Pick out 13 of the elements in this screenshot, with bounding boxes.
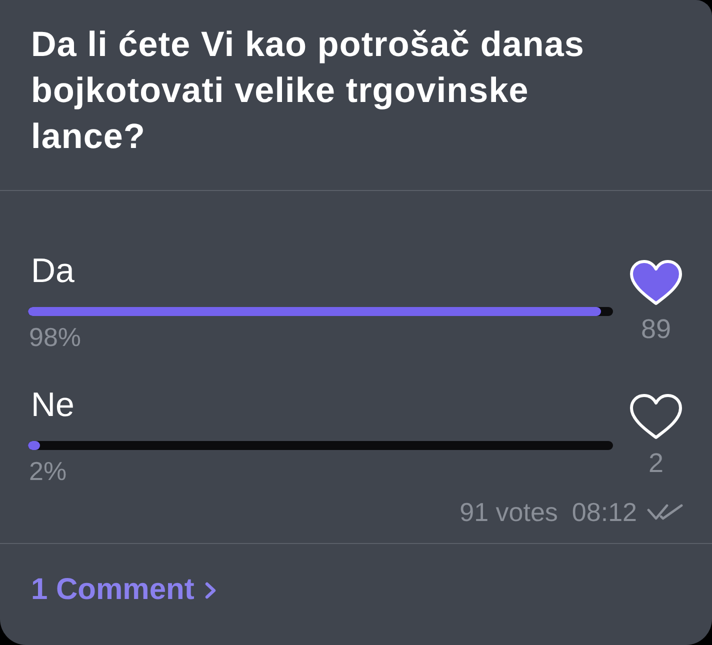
poll-question: Da li ćete Vi kao potrošač danas bojkotovati velike trgovinske lance? <box>31 24 586 158</box>
votes-total: 91 votes <box>460 497 558 527</box>
heart-outline-icon[interactable] <box>630 394 682 440</box>
option-label: Da <box>30 251 74 291</box>
chevron-right-icon <box>205 582 216 598</box>
heart-filled-icon[interactable] <box>630 260 682 306</box>
vote-count: 2 <box>648 448 664 478</box>
option-percent: 98% <box>28 322 82 352</box>
option-label: Ne <box>30 385 74 425</box>
option-percent: 2% <box>28 456 67 486</box>
comments-link[interactable]: 1 Comment <box>31 573 216 607</box>
message-time: 08:12 <box>572 497 637 527</box>
vote-count: 89 <box>640 314 672 344</box>
